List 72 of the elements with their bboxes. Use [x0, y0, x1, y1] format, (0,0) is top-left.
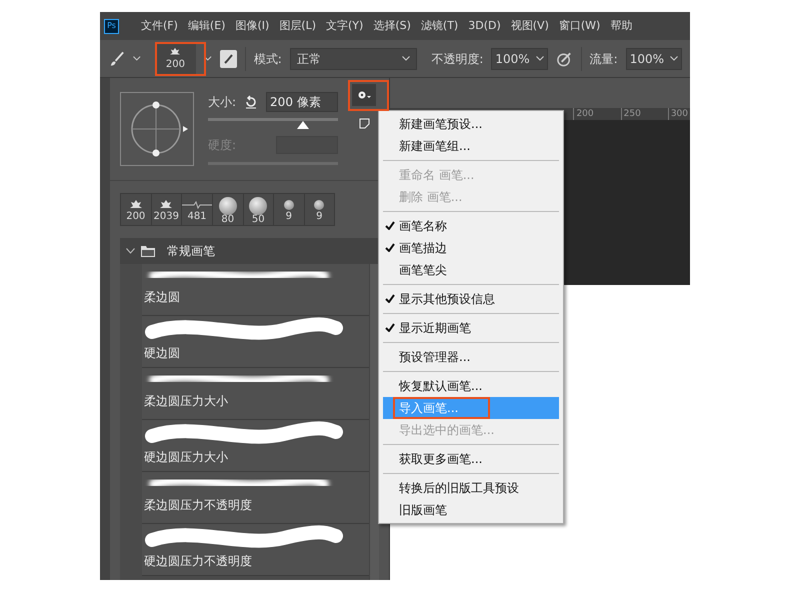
round-tip-icon — [249, 197, 268, 215]
folder-icon — [141, 246, 155, 256]
menu-item[interactable]: 3D(D) — [468, 18, 501, 34]
highlight-frame — [155, 42, 206, 76]
line-tip-icon — [182, 200, 212, 210]
highlight-frame — [348, 80, 389, 111]
flow-label: 流量: — [590, 50, 618, 68]
mode-label: 模式: — [254, 50, 282, 68]
menu-item[interactable]: 视图(V) — [510, 18, 549, 34]
settings-button[interactable] — [352, 84, 376, 106]
brush-settings-icon[interactable] — [220, 50, 237, 68]
caret-icon — [670, 56, 678, 61]
opacity-field[interactable]: 100% — [491, 48, 548, 70]
brush-angle-preview[interactable] — [120, 92, 194, 166]
flow-field[interactable]: 100% — [626, 48, 682, 70]
brush-tip[interactable]: 50 — [244, 194, 274, 225]
size-slider[interactable] — [208, 116, 338, 130]
menu-item[interactable]: 文字(Y) — [326, 18, 364, 34]
brush-tip[interactable]: 200 — [121, 194, 152, 225]
sampled-tip-icon — [160, 198, 172, 210]
menu-item[interactable]: 图像(I) — [235, 18, 270, 34]
menu-option[interactable]: 显示其他预设信息 — [383, 288, 559, 310]
menu-item[interactable]: 选择(S) — [373, 18, 411, 34]
menu-item[interactable]: 图层(L) — [279, 18, 316, 34]
caret-icon — [536, 56, 544, 61]
opacity-label: 不透明度: — [431, 50, 484, 68]
brush-tip[interactable]: 2039 — [152, 194, 182, 225]
brush-group-header[interactable]: 常规画笔 — [120, 238, 379, 264]
menu-option[interactable]: 恢复默认画笔... — [383, 375, 559, 397]
brush-preset-row[interactable]: 柔边圆压力大小 — [142, 368, 369, 420]
menu-option[interactable]: 转换后的旧版工具预设 — [383, 477, 559, 499]
new-preset-icon[interactable] — [358, 118, 370, 129]
menu-item[interactable]: 编辑(E) — [188, 18, 226, 34]
size-field[interactable]: 200 像素 — [266, 92, 338, 112]
mode-dropdown[interactable]: 正常 — [290, 48, 418, 70]
scrollbar[interactable] — [369, 264, 379, 580]
menu-item[interactable]: 帮助 — [610, 18, 632, 34]
caret-icon — [204, 56, 212, 61]
size-label: 大小: — [208, 94, 236, 111]
menu-option[interactable]: 获取更多画笔... — [383, 448, 559, 470]
caret-icon — [133, 56, 141, 61]
menu-option[interactable]: 新建画笔预设... — [383, 113, 559, 135]
menu-item[interactable]: 文件(F) — [141, 18, 178, 34]
menu-item[interactable]: 滤镜(T) — [420, 18, 458, 34]
brush-tip[interactable]: 481 — [182, 194, 213, 225]
settings-icon — [357, 90, 371, 100]
round-tip-icon — [284, 200, 294, 210]
brush-preset-row[interactable]: 硬边圆 — [142, 316, 369, 368]
brush-tip[interactable]: 9 — [274, 194, 304, 225]
round-tip-icon — [314, 200, 324, 210]
round-tip-icon — [218, 197, 237, 215]
app-logo: Ps — [104, 18, 119, 34]
brush-preset-row[interactable]: 硬边圆压力不透明度 — [142, 524, 369, 576]
caret-icon — [402, 56, 410, 61]
menu-option[interactable]: 预设管理器... — [383, 346, 559, 368]
menu-option[interactable]: 画笔描边 — [383, 237, 559, 259]
brush-preset-row[interactable]: 柔边圆 — [142, 264, 369, 316]
brush-icon[interactable] — [108, 50, 126, 68]
menu-option[interactable]: 画笔笔尖 — [383, 259, 559, 281]
menu-option[interactable]: 旧版画笔 — [383, 499, 559, 521]
menu-item[interactable]: 窗口(W) — [558, 18, 600, 34]
menu-option[interactable]: 显示近期画笔 — [383, 317, 559, 339]
brush-tip[interactable]: 80 — [213, 194, 244, 225]
sampled-tip-icon — [170, 47, 180, 57]
menu-option[interactable]: 新建画笔组... — [383, 135, 559, 157]
brush-preset-row[interactable]: 柔边圆压力不透明度 — [142, 472, 369, 524]
menu-option[interactable]: 画笔名称 — [383, 215, 559, 237]
chevron-icon — [126, 248, 135, 254]
brush-preset-row[interactable]: 硬边圆压力大小 — [142, 420, 369, 472]
reset-icon[interactable] — [244, 95, 258, 109]
sampled-tip-icon — [130, 198, 142, 210]
brush-tip[interactable]: 9 — [304, 194, 334, 225]
